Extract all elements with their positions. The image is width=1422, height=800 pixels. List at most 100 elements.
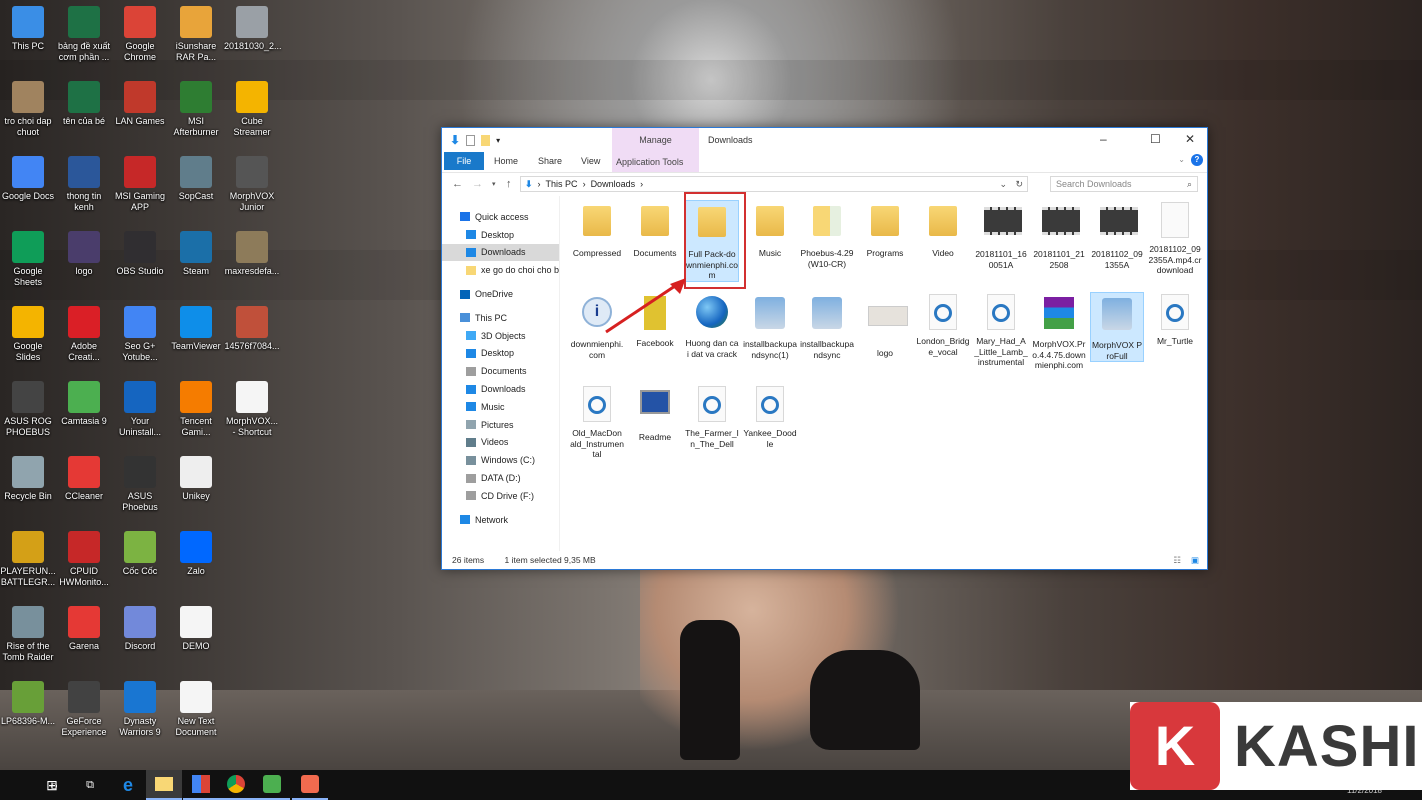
desktop-icon[interactable]: MorphVOX Junior (224, 156, 280, 213)
file-item[interactable]: Yankee_Doodle (743, 384, 797, 449)
desktop-icon[interactable]: Google Slides (0, 306, 56, 363)
taskbar-seo-g[interactable] (183, 770, 219, 800)
desktop-icon[interactable]: DEMO (168, 606, 224, 652)
file-item[interactable]: Documents (628, 200, 682, 259)
file-item[interactable]: Old_MacDonald_Instrumental (570, 384, 624, 460)
tab-application-tools[interactable]: Application Tools (616, 157, 683, 167)
desktop-icon[interactable]: thong tin kenh (56, 156, 112, 213)
file-item[interactable]: Mary_Had_A_Little_Lamb_instrumental (974, 292, 1028, 368)
minimize-button[interactable]: – (1100, 132, 1107, 146)
desktop-icon[interactable]: Unikey (168, 456, 224, 502)
desktop-icon[interactable]: tro choi dap chuot (0, 81, 56, 138)
taskbar-edge[interactable]: e (110, 770, 146, 800)
taskbar-file-explorer[interactable] (146, 770, 182, 800)
desktop-icon[interactable]: MSI Afterburner (168, 81, 224, 138)
up-button[interactable]: ↑ (506, 178, 512, 190)
nav-item[interactable]: Downloads (442, 380, 559, 398)
file-item[interactable]: Readme (628, 384, 682, 443)
desktop-icon[interactable]: maxresdefa... (224, 231, 280, 277)
taskbar-camtasia[interactable] (254, 770, 290, 800)
nav-item[interactable]: xe go do choi cho b (442, 261, 559, 279)
close-button[interactable]: ✕ (1185, 132, 1195, 146)
desktop-icon[interactable]: Tencent Gami... (168, 381, 224, 438)
file-item[interactable]: Music (743, 200, 797, 259)
maximize-button[interactable]: ☐ (1150, 132, 1161, 146)
new-folder-icon[interactable] (481, 134, 491, 146)
desktop-icon[interactable]: Your Uninstall... (112, 381, 168, 438)
desktop-icon[interactable]: logo (56, 231, 112, 277)
desktop-icon[interactable]: This PC (0, 6, 56, 52)
address-bar[interactable]: ⬇ › This PC › Downloads › ⌄ ↻ (520, 176, 1028, 192)
properties-icon[interactable] (466, 134, 476, 146)
desktop-icon[interactable]: Cốc Cốc (112, 531, 168, 577)
taskbar-camtasia-recorder[interactable] (292, 770, 328, 800)
context-tab-group-manage[interactable]: Manage (612, 135, 699, 145)
file-item[interactable]: 20181102_092355A.mp4.crdownload (1148, 200, 1202, 276)
file-item[interactable]: Phoebus-4.29(W10-CR) (800, 200, 854, 269)
desktop-icon[interactable]: OBS Studio (112, 231, 168, 277)
tab-view[interactable]: View (581, 156, 600, 166)
large-icons-view-icon[interactable]: ▣ (1191, 551, 1199, 569)
forward-button[interactable]: → (472, 178, 483, 190)
desktop-icon[interactable]: Dynasty Warriors 9 (112, 681, 168, 738)
file-item[interactable]: Video (916, 200, 970, 259)
file-item[interactable]: The_Farmer_In_The_Dell (685, 384, 739, 449)
nav-item[interactable]: Downloads (442, 243, 559, 262)
nav-item[interactable]: OneDrive (442, 285, 559, 303)
file-item[interactable]: 20181102_091355A (1090, 200, 1144, 270)
task-view-button[interactable]: ⧉ (72, 770, 108, 800)
breadcrumb-downloads[interactable]: Downloads (591, 179, 636, 189)
desktop-icon[interactable]: ASUS ROG PHOEBUS (0, 381, 56, 438)
desktop-icon[interactable]: PLAYERUN... BATTLEGR... (0, 531, 56, 588)
nav-item[interactable]: Music (442, 398, 559, 416)
file-item[interactable]: 20181101_160051A (974, 200, 1028, 270)
desktop-icon[interactable]: Google Docs (0, 156, 56, 202)
desktop-icon[interactable]: Recycle Bin (0, 456, 56, 502)
nav-item[interactable]: CD Drive (F:) (442, 487, 559, 505)
desktop-icon[interactable]: CPUID HWMonito... (56, 531, 112, 588)
desktop-icon[interactable]: ASUS Phoebus (112, 456, 168, 513)
desktop-icon[interactable]: Cube Streamer (224, 81, 280, 138)
file-item[interactable]: Programs (858, 200, 912, 259)
desktop-icon[interactable]: 20181030_2... (224, 6, 282, 52)
nav-item[interactable]: Pictures (442, 416, 559, 434)
desktop-icon[interactable]: Adobe Creati... (56, 306, 112, 363)
tab-share[interactable]: Share (538, 156, 562, 166)
search-input[interactable]: Search Downloads ⌕ (1050, 176, 1198, 192)
help-icon[interactable]: ? (1191, 154, 1203, 166)
desktop-icon[interactable]: Steam (168, 231, 224, 277)
file-item[interactable]: installbackupandsync (800, 292, 854, 360)
desktop-icon[interactable]: GeForce Experience (56, 681, 112, 738)
file-item[interactable]: installbackupandsync(1) (743, 292, 797, 360)
desktop-icon[interactable]: MSI Gaming APP (112, 156, 168, 213)
desktop-icon[interactable]: MorphVOX... - Shortcut (224, 381, 280, 438)
desktop-icon[interactable]: Google Chrome (112, 6, 168, 63)
desktop-icon[interactable]: TeamViewer (168, 306, 224, 352)
desktop-icon[interactable]: iSunshare RAR Pa... (168, 6, 224, 63)
nav-item[interactable]: Videos (442, 434, 559, 452)
nav-item[interactable]: Quick access (442, 208, 559, 226)
nav-item[interactable]: DATA (D:) (442, 469, 559, 487)
nav-item[interactable]: Documents (442, 362, 559, 380)
desktop-icon[interactable]: LP68396-M... (0, 681, 56, 727)
desktop-icon[interactable]: Zalo (168, 531, 224, 577)
taskbar-chrome[interactable] (218, 770, 254, 800)
customize-toolbar-icon[interactable]: ▾ (496, 136, 500, 145)
refresh-icon[interactable]: ↻ (1015, 179, 1023, 190)
file-item[interactable]: London_Bridge_vocal (916, 292, 970, 357)
breadcrumb-this-pc[interactable]: This PC (546, 179, 578, 189)
desktop-icon[interactable]: LAN Games (112, 81, 168, 127)
desktop-icon[interactable]: SopCast (168, 156, 224, 202)
file-item[interactable]: MorphVOX ProFull (1090, 292, 1144, 362)
desktop-icon[interactable]: New Text Document (168, 681, 224, 738)
nav-item[interactable]: 3D Objects (442, 327, 559, 345)
details-view-icon[interactable]: ☷ (1173, 551, 1181, 569)
desktop-icon[interactable]: CCleaner (56, 456, 112, 502)
nav-item[interactable]: Network (442, 511, 559, 529)
desktop-icon[interactable]: Camtasia 9 (56, 381, 112, 427)
tab-home[interactable]: Home (494, 156, 518, 166)
search-button[interactable]: ○ (36, 770, 72, 800)
desktop-icon[interactable]: tên của bé (56, 81, 112, 127)
nav-item[interactable]: Windows (C:) (442, 451, 559, 469)
recent-locations-button[interactable]: ▾ (492, 180, 496, 188)
